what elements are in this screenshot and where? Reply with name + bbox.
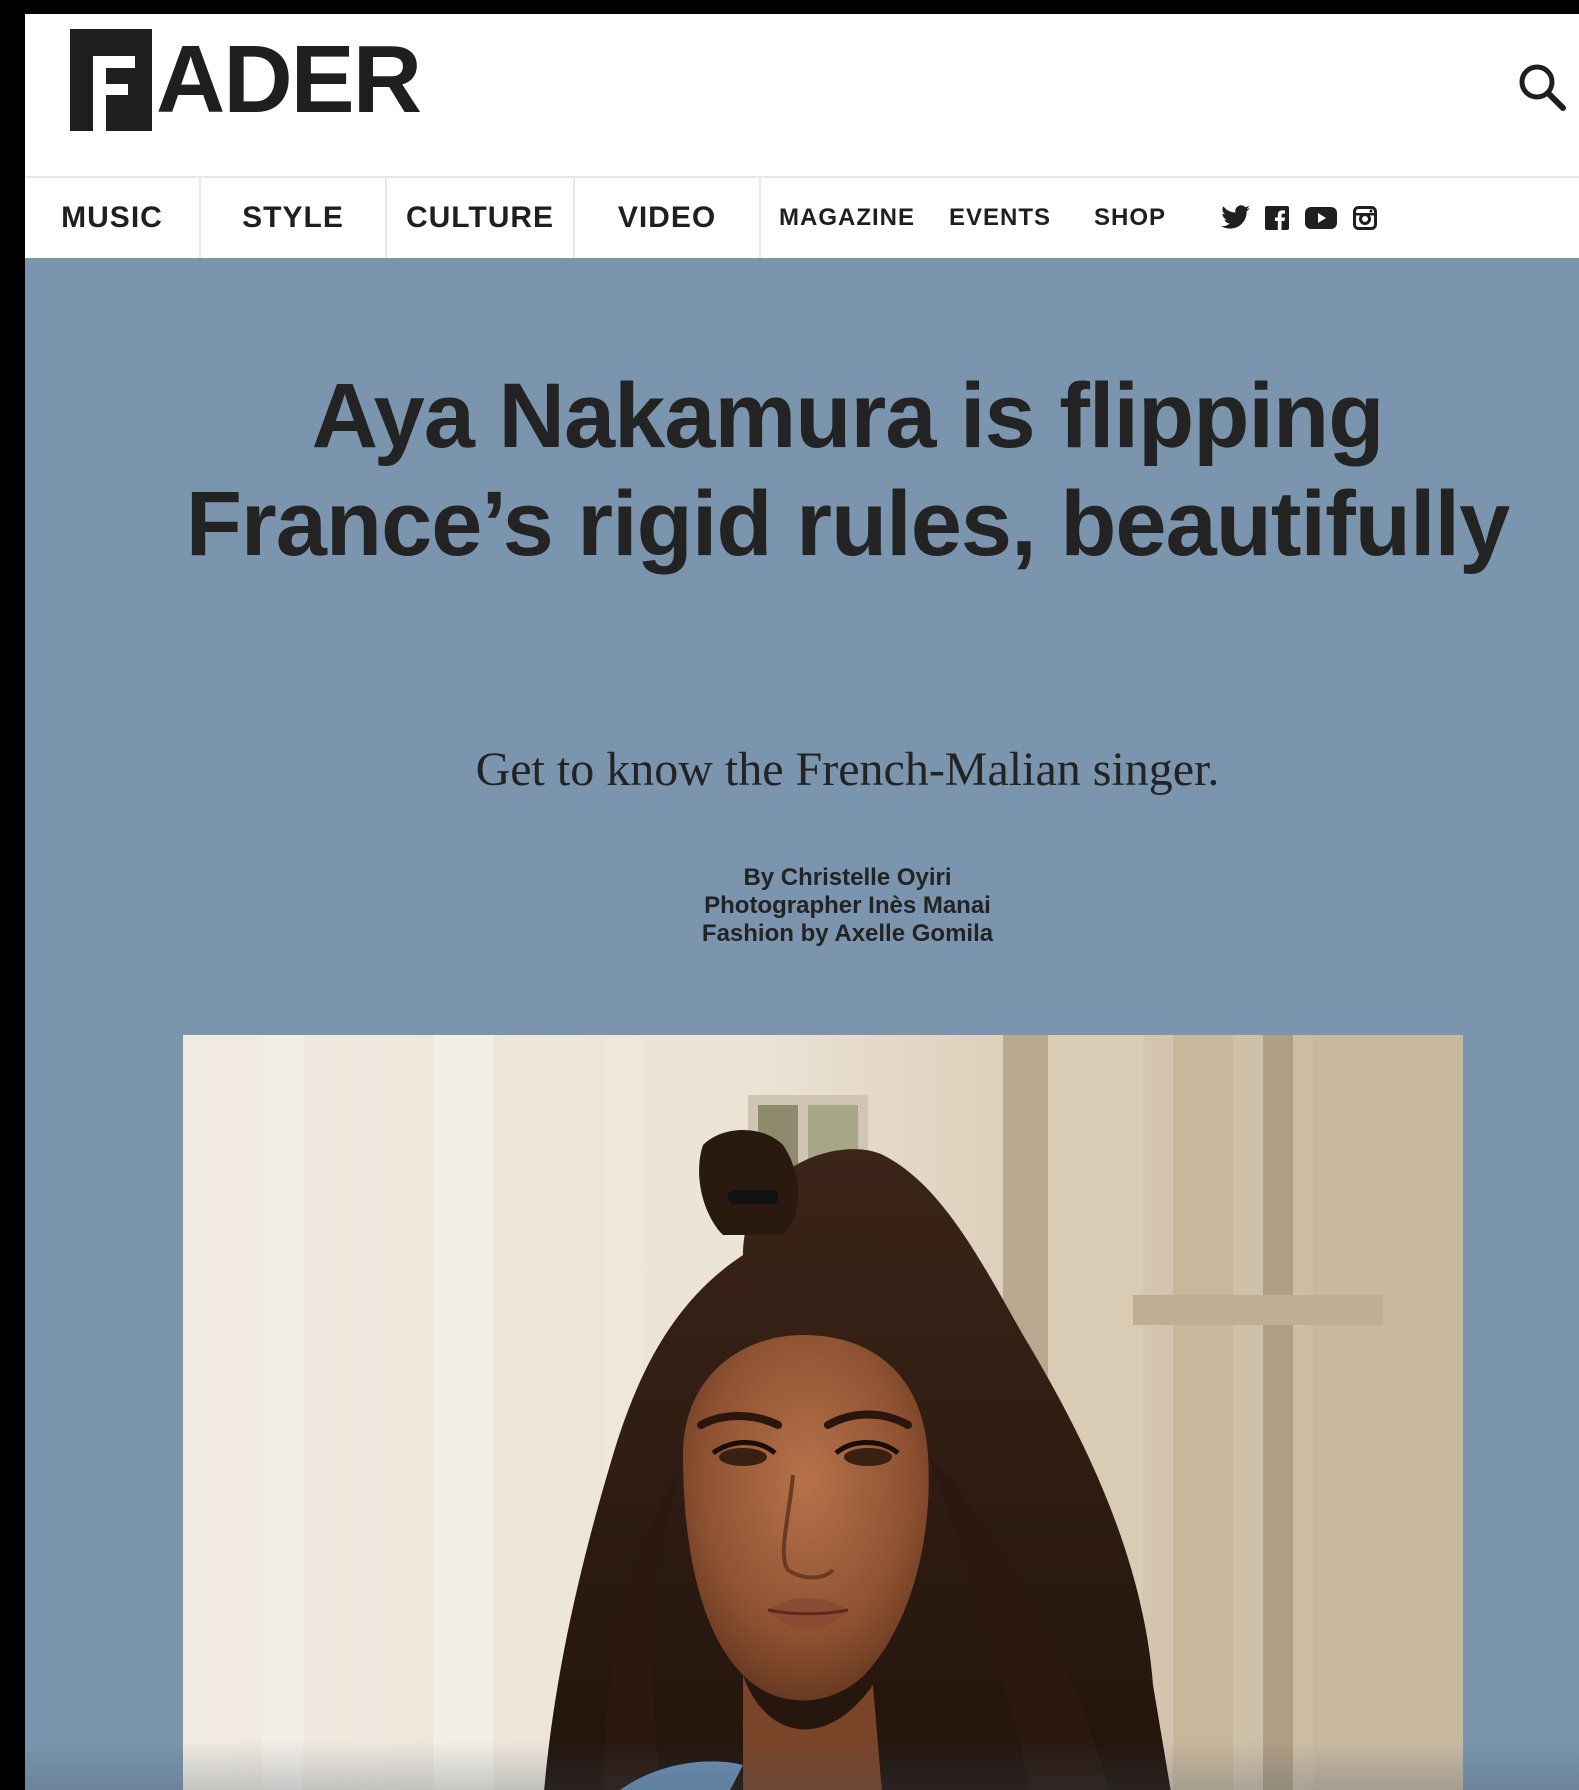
facebook-link[interactable]: [1265, 200, 1289, 236]
hero-photo-illustration: [183, 1035, 1463, 1790]
page: ADER MUSIC STYLE CULTURE VIDEO MAGAZINE …: [25, 14, 1579, 1790]
article-credits: By Christelle Oyiri Photographer Inès Ma…: [125, 864, 1570, 948]
nav-item-music[interactable]: MUSIC: [25, 178, 201, 258]
search-button[interactable]: [1513, 58, 1571, 116]
bottom-shade: [25, 1740, 1579, 1790]
nav-item-video[interactable]: VIDEO: [575, 178, 761, 258]
nav-item-events[interactable]: EVENTS: [945, 178, 1055, 258]
facebook-icon: [1265, 206, 1289, 230]
site-header: ADER: [25, 14, 1579, 176]
youtube-icon: [1305, 207, 1337, 229]
logo-wordmark: ADER: [156, 25, 422, 133]
main-nav: MUSIC STYLE CULTURE VIDEO MAGAZINE EVENT…: [25, 176, 1579, 258]
article-title: Aya Nakamura is flipping France’s rigid …: [185, 365, 1511, 575]
nav-item-shop[interactable]: SHOP: [1087, 178, 1173, 258]
nav-item-culture[interactable]: CULTURE: [387, 178, 575, 258]
nav-item-style[interactable]: STYLE: [201, 178, 387, 258]
search-icon: [1519, 64, 1566, 111]
twitter-icon: [1221, 205, 1250, 229]
hero-photo: [183, 1035, 1463, 1790]
photographer-credit: Photographer Inès Manai: [704, 892, 991, 919]
fader-logo[interactable]: ADER: [70, 25, 422, 133]
fashion-credit: Fashion by Axelle Gomila: [701, 920, 994, 947]
nav-item-magazine[interactable]: MAGAZINE: [777, 178, 917, 258]
youtube-link[interactable]: [1305, 200, 1337, 236]
instagram-link[interactable]: [1353, 200, 1377, 236]
twitter-link[interactable]: [1221, 200, 1251, 236]
author-credit[interactable]: By Christelle Oyiri: [125, 864, 1570, 892]
logo-f-mark: [70, 28, 152, 131]
article-subtitle: Get to know the French-Malian singer.: [475, 743, 1220, 796]
instagram-icon: [1353, 206, 1377, 230]
